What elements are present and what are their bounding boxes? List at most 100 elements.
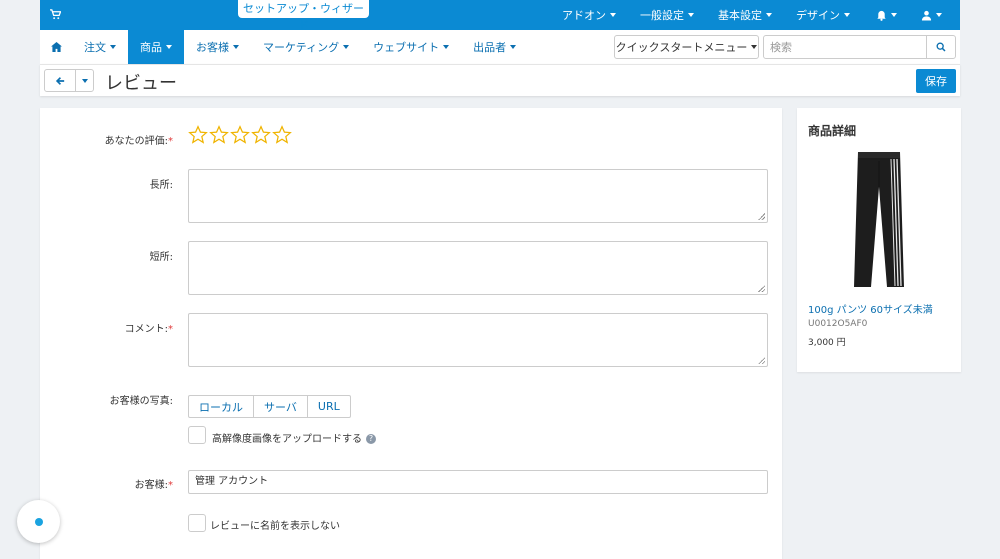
caret-down-icon	[343, 45, 350, 49]
star-icon[interactable]	[272, 125, 292, 145]
caret-down-icon	[166, 45, 172, 49]
caret-down-icon	[510, 45, 517, 49]
nav-label: 注文	[84, 41, 106, 54]
hires-upload-checkbox[interactable]	[188, 426, 206, 444]
product-code: U0012O5AF0	[808, 319, 868, 329]
rating-label-text: あなたの評価:	[104, 136, 168, 147]
top-menu-label: デザイン	[796, 9, 840, 22]
page-toolbar: レビュー 保存	[40, 64, 960, 96]
notifications-menu[interactable]	[862, 10, 911, 21]
product-image[interactable]	[808, 149, 950, 291]
search-input[interactable]	[763, 35, 927, 59]
photo-source-server[interactable]: サーバ	[254, 396, 308, 417]
resize-handle-icon[interactable]	[758, 285, 765, 292]
star-icon[interactable]	[209, 125, 229, 145]
caret-down-icon	[81, 78, 88, 83]
bell-icon	[877, 10, 886, 21]
nav-label: マーケティング	[263, 41, 340, 54]
hires-upload-text: 高解像度画像をアップロードする	[212, 434, 362, 445]
nav-website[interactable]: ウェブサイト	[361, 30, 461, 64]
top-menu-addons[interactable]: アドオン	[550, 7, 628, 23]
page-title: レビュー	[105, 73, 177, 94]
cons-label: 短所:	[149, 252, 173, 263]
caret-down-icon	[688, 13, 694, 17]
product-details-heading: 商品詳細	[808, 124, 857, 138]
nav-label: ウェブサイト	[373, 41, 440, 54]
caret-down-icon	[844, 13, 850, 17]
main-nav: 注文 商品 お客様 マーケティング ウェブサイト 出品者 クイックスタートメニュ…	[40, 30, 960, 64]
resize-handle-icon[interactable]	[758, 357, 765, 364]
user-icon	[921, 10, 932, 21]
customer-label: お客様:*	[135, 476, 173, 491]
star-icon[interactable]	[251, 125, 271, 145]
photo-source-local[interactable]: ローカル	[189, 396, 254, 417]
nav-label: 商品	[140, 41, 162, 54]
customer-field[interactable]: 管理 アカウント	[188, 470, 768, 494]
back-button[interactable]	[45, 70, 76, 91]
required-mark: *	[168, 136, 173, 147]
comment-label: コメント:*	[125, 320, 173, 335]
star-icon[interactable]	[188, 125, 208, 145]
badge-logo-icon	[34, 517, 43, 526]
quickstart-label: クイックスタートメニュー	[615, 41, 748, 54]
caret-down-icon	[891, 13, 897, 17]
quickstart-menu-button[interactable]: クイックスタートメニュー	[614, 35, 759, 59]
nav-marketing[interactable]: マーケティング	[251, 30, 361, 64]
caret-down-icon	[110, 45, 116, 49]
caret-down-icon	[233, 45, 239, 49]
top-menu-basic-settings[interactable]: 基本設定	[706, 7, 784, 23]
photos-label: お客様の写真:	[109, 396, 173, 407]
home-icon	[50, 42, 62, 52]
top-menu-label: 基本設定	[718, 9, 762, 22]
caret-down-icon	[936, 13, 942, 17]
customer-label-text: お客様:	[134, 480, 168, 491]
save-button[interactable]: 保存	[916, 69, 956, 93]
caret-down-icon	[751, 45, 758, 49]
pros-textarea[interactable]	[188, 169, 768, 223]
cart-icon[interactable]	[50, 9, 62, 23]
hide-name-label: レビューに名前を表示しない	[210, 521, 340, 532]
top-menu-design[interactable]: デザイン	[784, 7, 862, 23]
star-icon[interactable]	[230, 125, 250, 145]
help-icon[interactable]: ?	[366, 434, 376, 444]
floating-help-badge[interactable]	[17, 500, 60, 543]
review-form: あなたの評価:* 長所: 短所: コメント:* お客様の写真: ローカル サーバ…	[40, 108, 782, 559]
nav-label: お客様	[196, 41, 229, 54]
cons-textarea[interactable]	[188, 241, 768, 295]
resize-handle-icon[interactable]	[758, 213, 765, 220]
nav-products[interactable]: 商品	[128, 30, 184, 64]
hires-upload-label: 高解像度画像をアップロードする?	[212, 430, 376, 445]
required-mark: *	[168, 480, 173, 491]
search-button[interactable]	[926, 35, 956, 59]
top-menu-label: 一般設定	[640, 9, 684, 22]
top-nav: アドオン 一般設定 基本設定 デザイン	[550, 0, 952, 30]
product-details-card: 商品詳細 100g パンツ 60サイズ未満 U0012O5AF0 3,000 円	[797, 108, 961, 372]
comment-label-text: コメント:	[124, 324, 168, 335]
pants-image	[854, 152, 904, 287]
hide-name-checkbox[interactable]	[188, 514, 206, 532]
search-icon	[936, 42, 946, 52]
required-mark: *	[168, 324, 173, 335]
top-bar: アドオン 一般設定 基本設定 デザイン	[40, 0, 960, 30]
nav-vendors[interactable]: 出品者	[461, 30, 528, 64]
photo-source-group: ローカル サーバ URL	[188, 395, 351, 418]
caret-down-icon	[610, 13, 616, 17]
nav-customers[interactable]: お客様	[184, 30, 251, 64]
setup-wizard-button[interactable]: セットアップ・ウィザード	[238, 0, 369, 32]
nav-label: 出品者	[473, 41, 507, 54]
photo-source-url[interactable]: URL	[308, 396, 350, 417]
rating-stars[interactable]	[188, 125, 292, 145]
arrow-left-icon	[55, 76, 65, 85]
home-button[interactable]	[40, 30, 72, 64]
back-dropdown-button[interactable]	[76, 70, 93, 91]
nav-orders[interactable]: 注文	[72, 30, 128, 64]
top-menu-general-settings[interactable]: 一般設定	[628, 7, 706, 23]
rating-label: あなたの評価:*	[105, 132, 173, 147]
caret-down-icon	[766, 13, 772, 17]
caret-down-icon	[443, 45, 450, 49]
user-menu[interactable]	[911, 10, 952, 21]
product-price: 3,000 円	[808, 338, 846, 348]
back-button-group	[44, 69, 94, 92]
product-name-link[interactable]: 100g パンツ 60サイズ未満	[808, 301, 933, 316]
comment-textarea[interactable]	[188, 313, 768, 367]
